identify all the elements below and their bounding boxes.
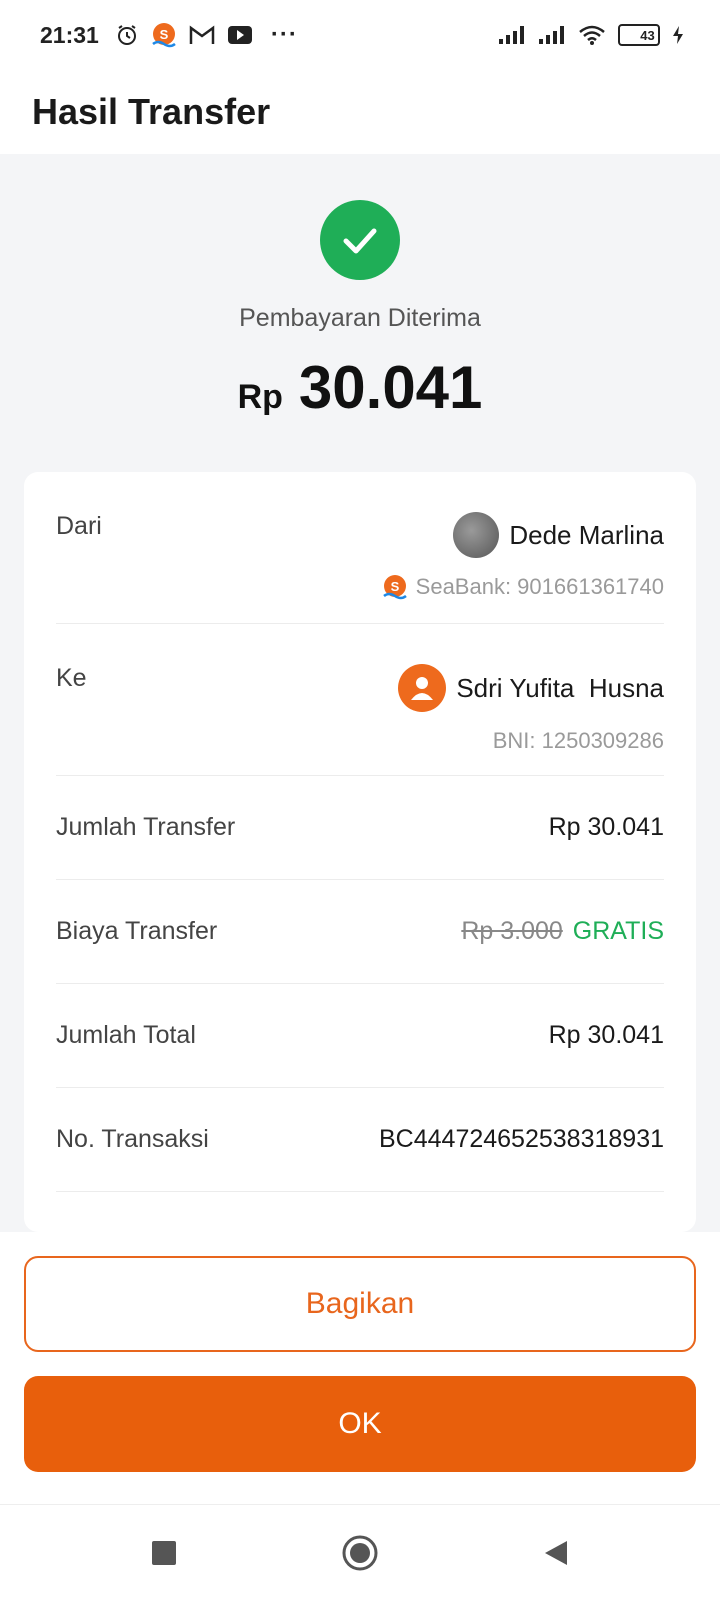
total-value: Rp 30.041 [548, 1021, 664, 1049]
seabank-icon: S [151, 22, 177, 48]
to-row: Ke Sdri Yufita Husna BNI: 1250309286 [56, 624, 664, 776]
alarm-icon [115, 23, 139, 47]
recent-apps-icon[interactable] [140, 1529, 188, 1577]
amount-currency: Rp [237, 378, 283, 416]
more-dots-icon: ··· [270, 21, 298, 48]
fee-value: Rp 3.000 GRATIS [461, 917, 664, 946]
total-label: Jumlah Total [56, 1021, 196, 1049]
battery-level: 43 [640, 27, 655, 43]
transfer-details-card: Dari Dede Marlina S SeaBank: 90166136174… [24, 472, 696, 1232]
check-circle-icon [320, 200, 400, 280]
page-title: Hasil Transfer [32, 91, 271, 132]
back-icon[interactable] [532, 1529, 580, 1577]
fee-free: GRATIS [572, 917, 664, 945]
amount-value: 30.041 [298, 354, 483, 421]
status-bar-left: 21:31 S ··· [40, 21, 298, 49]
from-info: Dede Marlina S SeaBank: 901661361740 [382, 512, 664, 600]
fee-label: Biaya Transfer [56, 917, 218, 945]
youtube-icon [227, 25, 253, 45]
to-info: Sdri Yufita Husna BNI: 1250309286 [398, 664, 664, 754]
wifi-icon [578, 24, 606, 46]
transfer-amount-row: Jumlah Transfer Rp 30.041 [56, 776, 664, 880]
fee-original: Rp 3.000 [461, 917, 563, 945]
transaction-no-value: BC444724652538318931 [379, 1125, 664, 1153]
signal-icon [498, 25, 526, 45]
svg-text:S: S [159, 27, 168, 42]
from-row: Dari Dede Marlina S SeaBank: 90166136174… [56, 472, 664, 624]
action-area: Bagikan OK [0, 1232, 720, 1504]
amount-display: Rp 30.041 [238, 353, 483, 422]
transaction-no-row: No. Transaksi BC444724652538318931 [56, 1088, 664, 1192]
user-icon [398, 664, 447, 712]
avatar [453, 512, 500, 558]
status-bar-right: 43 [498, 24, 684, 46]
fee-row: Biaya Transfer Rp 3.000 GRATIS [56, 880, 664, 984]
app-header: Hasil Transfer [0, 70, 720, 154]
result-summary: Pembayaran Diterima Rp 30.041 [0, 154, 720, 464]
payment-status: Pembayaran Diterima [239, 304, 481, 332]
ok-button[interactable]: OK [24, 1376, 696, 1472]
to-account: BNI: 1250309286 [492, 728, 664, 753]
total-row: Jumlah Total Rp 30.041 [56, 984, 664, 1088]
to-name-line: Sdri Yufita Husna [398, 664, 664, 712]
to-name: Sdri Yufita Husna [456, 672, 664, 703]
to-account-line: BNI: 1250309286 [493, 728, 664, 754]
signal-icon [538, 25, 566, 45]
svg-text:S: S [390, 579, 399, 594]
status-time: 21:31 [40, 21, 99, 48]
transfer-amount-value: Rp 30.041 [548, 813, 664, 841]
charging-icon [672, 25, 684, 45]
system-nav-bar [0, 1504, 720, 1600]
home-icon[interactable] [336, 1529, 384, 1577]
share-button[interactable]: Bagikan [24, 1256, 696, 1352]
from-name-line: Dede Marlina [453, 512, 664, 558]
to-label: Ke [56, 664, 87, 692]
from-account: SeaBank: 901661361740 [415, 574, 664, 599]
from-account-line: S SeaBank: 901661361740 [382, 574, 664, 600]
battery-icon: 43 [618, 24, 660, 46]
transfer-amount-label: Jumlah Transfer [56, 813, 236, 841]
from-name: Dede Marlina [509, 519, 664, 550]
gmail-icon [189, 24, 215, 46]
from-label: Dari [56, 512, 102, 540]
seabank-icon: S [382, 574, 408, 600]
transaction-no-label: No. Transaksi [56, 1125, 209, 1153]
status-bar: 21:31 S ··· 43 [0, 0, 720, 70]
